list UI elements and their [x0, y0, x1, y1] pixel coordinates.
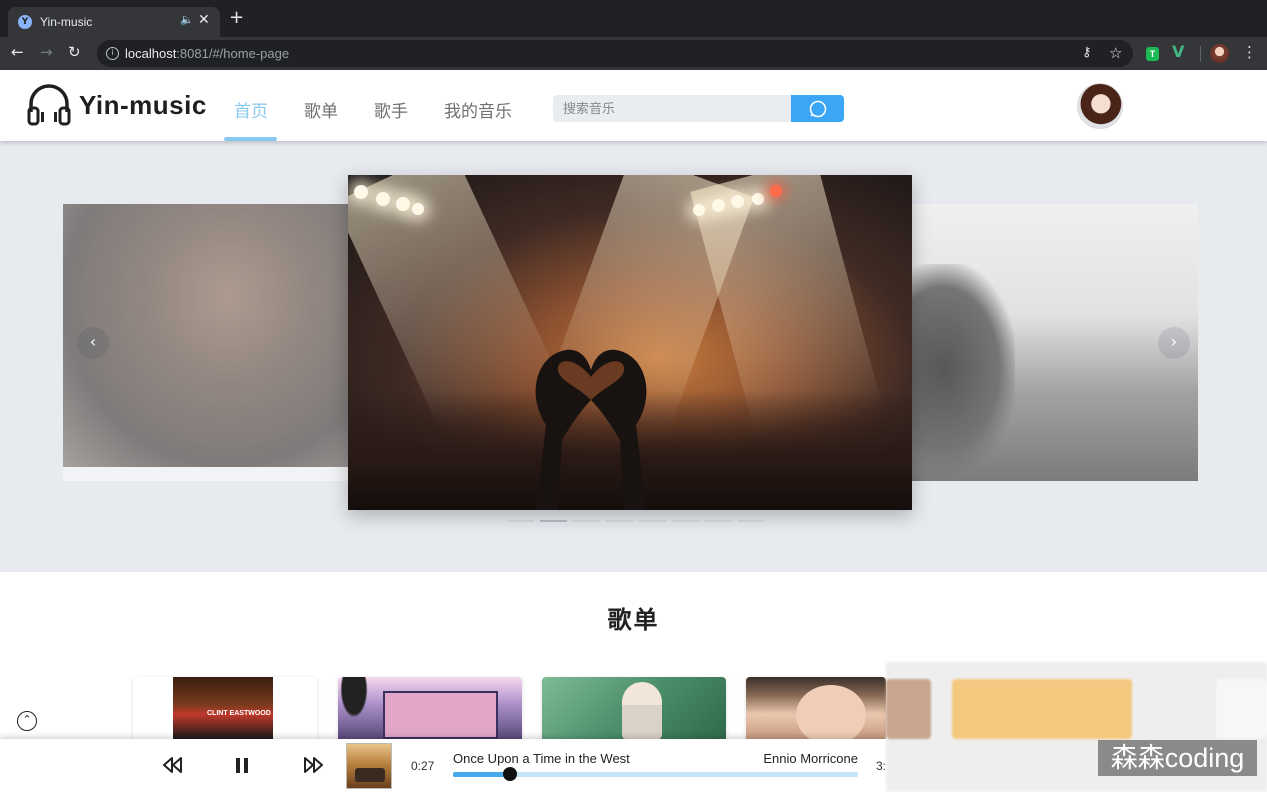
reload-icon[interactable]: ↻	[68, 43, 81, 61]
search-icon	[809, 100, 826, 117]
speaker-icon[interactable]: 🔈	[180, 13, 194, 26]
search-bar	[553, 95, 844, 122]
cover-caption: CLINT EASTWOOD	[207, 710, 271, 717]
new-tab-icon[interactable]: +	[229, 9, 244, 27]
rewind-icon[interactable]	[162, 756, 184, 774]
blurred-card	[952, 679, 1132, 739]
favicon-icon: Y	[18, 15, 32, 29]
carousel-indicator[interactable]	[573, 520, 600, 522]
active-nav-indicator	[224, 137, 277, 141]
stage-light	[712, 199, 725, 212]
playlist-cover	[622, 682, 662, 739]
star-icon[interactable]: ☆	[1109, 44, 1122, 62]
extension-icon[interactable]: T	[1146, 47, 1159, 61]
stage-light	[693, 204, 705, 216]
url-path: :8081/#/home-page	[176, 46, 290, 61]
carousel-next-button[interactable]: ›	[1158, 327, 1190, 359]
progress-handle[interactable]	[502, 767, 517, 781]
profile-avatar[interactable]	[1210, 44, 1229, 63]
url-host: localhost	[125, 46, 177, 61]
carousel-indicator[interactable]	[507, 520, 534, 522]
progress-bar[interactable]	[453, 767, 858, 781]
progress-fill	[453, 772, 510, 777]
playlist-card[interactable]: CLINT EASTWOOD	[133, 677, 317, 739]
song-title: Once Upon a Time in the West	[453, 751, 630, 766]
playlist-card[interactable]	[338, 677, 522, 739]
carousel: ‹ ›	[0, 141, 1267, 572]
search-input[interactable]	[553, 95, 791, 122]
pause-icon[interactable]	[234, 757, 250, 774]
blurred-card	[886, 679, 931, 739]
carousel-indicator[interactable]	[738, 520, 765, 522]
carousel-indicator-active[interactable]	[540, 520, 567, 522]
current-time: 0:27	[411, 759, 435, 773]
more-menu-icon[interactable]: ⋮	[1242, 43, 1257, 61]
logo-text[interactable]: Yin-music	[79, 90, 207, 121]
search-button[interactable]	[791, 95, 844, 122]
carousel-indicator[interactable]	[672, 520, 699, 522]
browser-tab-strip: Y Yin-music 🔈 ✕ +	[0, 0, 1267, 37]
song-artist: Ennio Morricone	[763, 751, 858, 766]
watermark: 森森coding	[1098, 740, 1257, 776]
playlist-cover: CLINT EASTWOOD	[173, 677, 273, 739]
slide-reflection	[63, 467, 363, 481]
carousel-indicator[interactable]	[606, 520, 633, 522]
stage-light	[731, 195, 744, 208]
fast-forward-icon[interactable]	[302, 756, 324, 774]
stage-light	[412, 203, 424, 215]
carousel-prev-button[interactable]: ‹	[77, 327, 109, 359]
stage-light	[354, 185, 368, 199]
stage-light	[770, 185, 782, 197]
carousel-slide-active[interactable]	[348, 175, 912, 510]
playlist-card[interactable]	[542, 677, 726, 739]
browser-tab[interactable]: Y Yin-music 🔈 ✕	[8, 7, 220, 37]
blurred-card	[1216, 679, 1267, 739]
headphones-logo-icon[interactable]	[26, 82, 72, 128]
site-header: Yin-music 首页 歌单 歌手 我的音乐	[0, 70, 1267, 141]
playlist-card[interactable]	[746, 677, 886, 739]
url-text[interactable]: localhost:8081/#/home-page	[125, 46, 289, 61]
total-time: 3:	[876, 759, 886, 773]
vue-devtools-icon[interactable]: V	[1172, 42, 1184, 61]
playlist-cover	[383, 691, 498, 739]
browser-toolbar: ← → ↻ i localhost:8081/#/home-page ⚷ ☆ T…	[0, 37, 1267, 70]
info-icon[interactable]: i	[106, 47, 119, 60]
forward-arrow-icon[interactable]: →	[40, 43, 53, 61]
carousel-slide-prev[interactable]	[63, 204, 363, 467]
close-icon[interactable]: ✕	[198, 12, 210, 28]
address-bar[interactable]: i localhost:8081/#/home-page ⚷ ☆	[97, 40, 1133, 67]
heart-hands-silhouette	[535, 349, 647, 510]
carousel-indicator[interactable]	[705, 520, 732, 522]
album-cover[interactable]	[346, 743, 392, 789]
carousel-slide-next[interactable]	[895, 204, 1198, 481]
key-icon[interactable]: ⚷	[1082, 45, 1092, 60]
nav-singers[interactable]: 歌手	[374, 97, 408, 122]
playlist-cover	[796, 685, 866, 739]
nav-my-music[interactable]: 我的音乐	[444, 97, 512, 122]
tab-title: Yin-music	[40, 15, 93, 29]
stage-light	[376, 192, 390, 206]
carousel-indicator[interactable]	[639, 520, 666, 522]
scroll-top-button[interactable]: ⌃	[17, 711, 37, 731]
back-arrow-icon[interactable]: ←	[11, 43, 24, 61]
nav-home[interactable]: 首页	[234, 97, 268, 122]
nav-playlists[interactable]: 歌单	[304, 97, 338, 122]
stage-light	[396, 197, 410, 211]
toolbar-divider	[1200, 46, 1201, 62]
section-title: 歌单	[607, 607, 660, 634]
palm-tree-graphic	[338, 677, 378, 739]
stage-light	[752, 193, 764, 205]
carousel-indicators	[507, 520, 769, 522]
user-avatar[interactable]	[1077, 83, 1123, 129]
